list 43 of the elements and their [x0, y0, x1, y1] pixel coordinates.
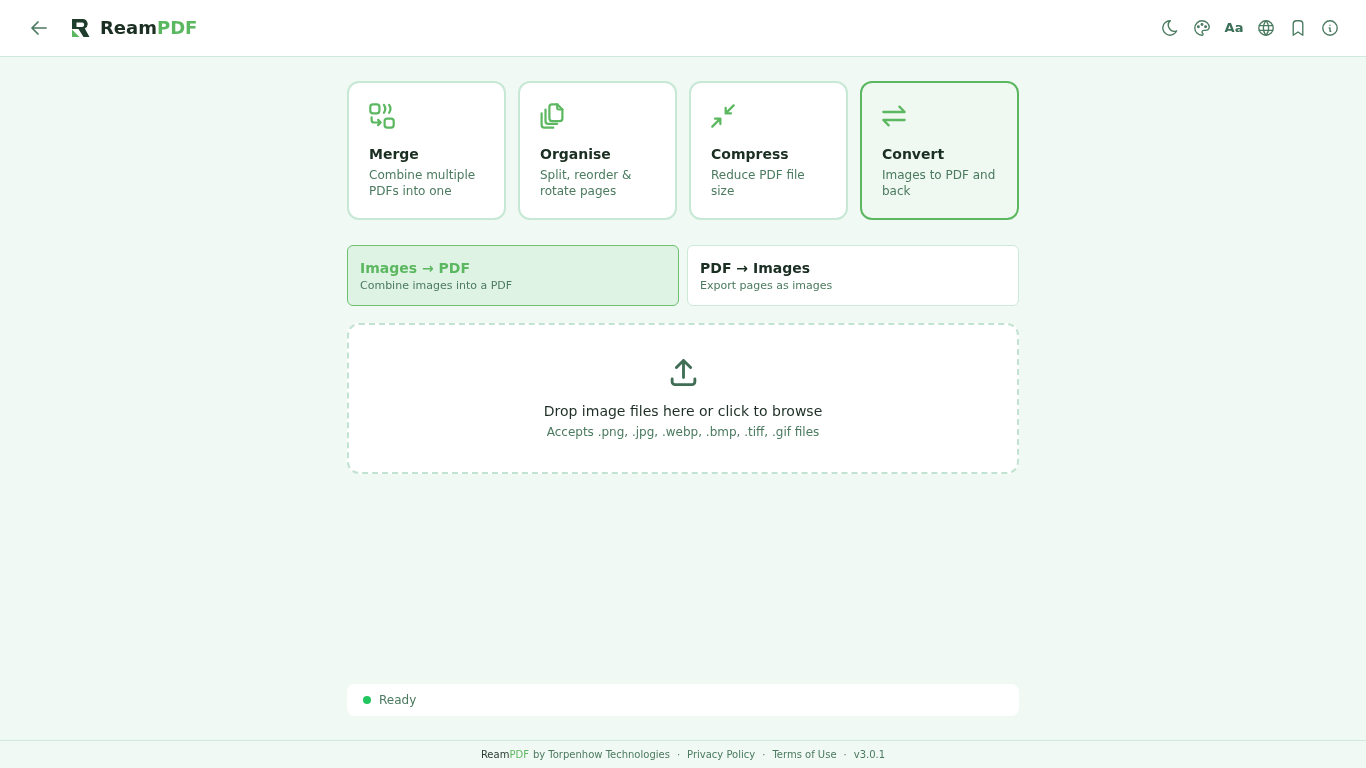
- upload-icon: [669, 359, 697, 386]
- footer-link[interactable]: Terms of Use: [772, 747, 837, 762]
- footer-link[interactable]: Privacy Policy: [687, 747, 756, 762]
- swap-arrows-icon: [882, 104, 906, 128]
- globe-icon: [1258, 20, 1274, 36]
- footer-credit: ReamPDF by Torpenhow Technologies: [480, 748, 670, 762]
- tool-title: Convert: [882, 145, 945, 164]
- bookmark-icon: [1292, 20, 1304, 36]
- back-arrow-icon: [31, 21, 47, 35]
- mode-description: Combine images into a PDF: [360, 278, 514, 293]
- tool-title: Organise: [540, 145, 611, 164]
- palette-icon: [1194, 20, 1210, 36]
- moon-icon: [1162, 20, 1178, 36]
- footer-separator: ·: [676, 748, 681, 762]
- drop-title: Drop image files here or click to browse: [543, 402, 823, 421]
- tool-title: Merge: [369, 145, 419, 164]
- logo-icon: [72, 19, 90, 37]
- info-icon: [1322, 20, 1338, 36]
- font-button[interactable]: Aa: [1218, 12, 1250, 44]
- tool-card[interactable]: Merge Combine multiple PDFs into one: [347, 81, 506, 220]
- tool-title: Compress: [711, 145, 789, 164]
- version-text: v3.0.1: [853, 748, 886, 762]
- tool-description: Images to PDF and back: [882, 167, 997, 199]
- mode-description: Export pages as images: [700, 278, 834, 293]
- tool-description: Split, reorder & rotate pages: [540, 167, 633, 199]
- footer-separator: ·: [762, 748, 766, 762]
- status-text: Ready: [379, 692, 417, 709]
- merge-icon: [369, 103, 395, 129]
- footer-separator: ·: [843, 748, 847, 762]
- mode-tab[interactable]: PDF → Images Export pages as images: [687, 245, 1019, 306]
- mode-title: PDF → Images: [700, 259, 812, 278]
- drop-hint: Accepts .png, .jpg, .webp, .bmp, .tiff, .gif files: [546, 424, 820, 441]
- mode-tab[interactable]: Images → PDF Combine images into a PDF: [347, 245, 679, 306]
- mode-title: Images → PDF: [360, 259, 472, 278]
- brand-name: ReamPDF: [100, 19, 198, 37]
- tool-description: Reduce PDF file size: [711, 167, 806, 199]
- tool-card[interactable]: Organise Split, reorder & rotate pages: [518, 81, 677, 220]
- file-drop-zone[interactable]: Drop image files here or click to browse Accepts .png, .jpg, .webp, .bmp, .tiff, .gif files: [347, 323, 1019, 474]
- files-icon: [540, 103, 564, 129]
- tool-card[interactable]: Convert Images to PDF and back: [860, 81, 1019, 220]
- tool-card[interactable]: Compress Reduce PDF file size: [689, 81, 848, 220]
- tool-description: Combine multiple PDFs into one: [369, 167, 477, 199]
- compress-arrows-icon: [711, 104, 735, 128]
